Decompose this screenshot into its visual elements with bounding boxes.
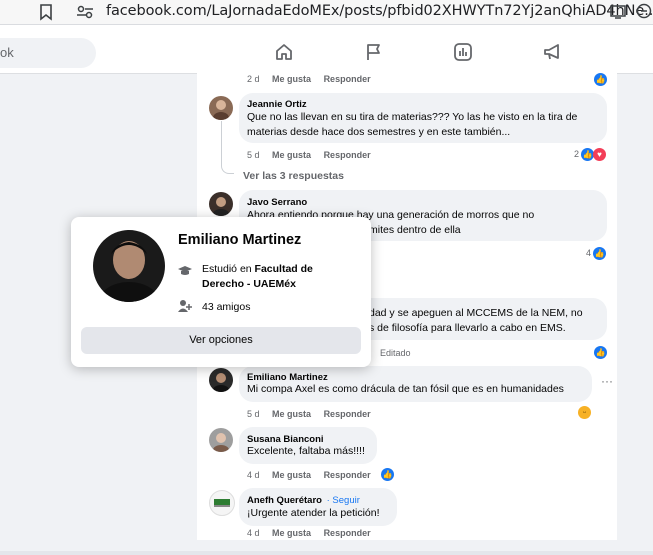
avatar[interactable] [209, 490, 235, 516]
comment-text-line: Excelente, faltaba más!!!! [247, 445, 365, 457]
comment-time: 4 d [247, 528, 260, 538]
avatar[interactable] [209, 192, 233, 216]
comment-text-line: ¡Urgente atender la petición! [247, 507, 380, 519]
study-place-link[interactable]: Facultad de [255, 263, 313, 275]
hovercard-name[interactable]: Emiliano Martinez [178, 232, 301, 248]
friends-icon [178, 300, 192, 312]
bottom-edge [0, 551, 653, 555]
install-app-icon[interactable] [609, 4, 627, 20]
comment-text-line: Mi compa Axel es como drácula de tan fós… [247, 383, 564, 395]
comment-author[interactable]: Javo Serrano [247, 197, 307, 208]
avatar[interactable] [209, 428, 233, 452]
comment-time: 5 d [247, 150, 260, 160]
avatar[interactable] [209, 368, 233, 392]
reply-button[interactable]: Responder [324, 150, 371, 160]
comment-time: 5 d [247, 409, 260, 419]
bookmark-icon[interactable] [38, 3, 54, 21]
love-reaction-icon: ♥ [593, 148, 606, 161]
hovercard-study-line: Estudió en Facultad de [202, 262, 313, 277]
more-options-icon[interactable]: ··· [601, 374, 613, 388]
like-button[interactable]: Me gusta [272, 409, 311, 419]
comment-author[interactable]: Jeannie Ortiz [247, 99, 307, 110]
like-button[interactable]: Me gusta [272, 74, 311, 84]
comment-meta-row: 4 d Me gusta Responder [247, 470, 371, 480]
megaphone-icon[interactable] [542, 42, 564, 62]
reply-button[interactable]: Responder [324, 409, 371, 419]
comment-text-line: materias desde hace dos semestres y en e… [247, 126, 511, 138]
comment-text-line: dad y se apeguen al MCCEMS de la NEM, no [369, 307, 583, 319]
search-box[interactable] [0, 38, 96, 68]
comment-author-row: Anefh Querétaro · Seguir [247, 495, 360, 506]
follow-link[interactable]: · Seguir [327, 495, 360, 506]
address-bar-url[interactable]: facebook.com/LaJornadaEdoMEx/posts/pfbid… [106, 3, 653, 19]
home-icon[interactable] [274, 42, 294, 62]
like-button[interactable]: Me gusta [272, 150, 311, 160]
comment-text-line: s de filosofía para llevarlo a cabo en E… [369, 322, 566, 334]
comment-meta-row: 5 d Me gusta Responder [247, 150, 371, 160]
like-reaction-icon: 👍 [594, 346, 607, 359]
hovercard-profile-photo[interactable] [93, 230, 165, 302]
see-options-button[interactable]: Ver opciones [81, 327, 361, 354]
comment-meta-row: 4 d Me gusta Responder [247, 528, 371, 538]
comment-meta-row: 5 d Me gusta Responder [247, 409, 371, 419]
reply-button[interactable]: Responder [324, 74, 371, 84]
haha-reaction-icon: ᵕ [578, 406, 591, 419]
zoom-out-icon[interactable] [636, 3, 653, 20]
comment-time: 4 d [247, 470, 260, 480]
avatar[interactable] [209, 96, 233, 120]
study-prefix: Estudió en [202, 263, 255, 275]
reply-thread-line [221, 121, 234, 174]
like-reaction-icon: 👍 [593, 247, 606, 260]
graduation-cap-icon [178, 266, 192, 275]
pages-flag-icon[interactable] [364, 42, 384, 62]
like-button[interactable]: Me gusta [272, 528, 311, 538]
like-reaction-icon: 👍 [594, 73, 607, 86]
comment-meta-row: 2 d Me gusta Responder [247, 74, 371, 84]
reply-button[interactable]: Responder [324, 470, 371, 480]
like-button[interactable]: Me gusta [272, 470, 311, 480]
insights-chart-icon[interactable] [453, 42, 473, 62]
site-settings-icon[interactable] [76, 4, 94, 20]
comment-author[interactable]: Anefh Querétaro [247, 495, 322, 506]
hovercard-friends-count: 43 amigos [202, 301, 251, 313]
reply-button[interactable]: Responder [324, 528, 371, 538]
comment-text-line: Que no las llevan en su tira de materias… [247, 111, 578, 123]
comment-time: 2 d [247, 74, 260, 84]
comment-text-line: mites dentro de ella [369, 224, 461, 236]
study-place-link[interactable]: Derecho - UAEMéx [202, 277, 296, 292]
search-placeholder-fragment: ok [0, 45, 14, 60]
reaction-count[interactable]: 4 [586, 248, 591, 258]
edited-label: Editado [380, 348, 411, 358]
view-replies-link[interactable]: Ver las 3 respuestas [243, 170, 344, 182]
reaction-count[interactable]: 2 [574, 149, 579, 159]
like-reaction-icon: 👍 [381, 468, 394, 481]
